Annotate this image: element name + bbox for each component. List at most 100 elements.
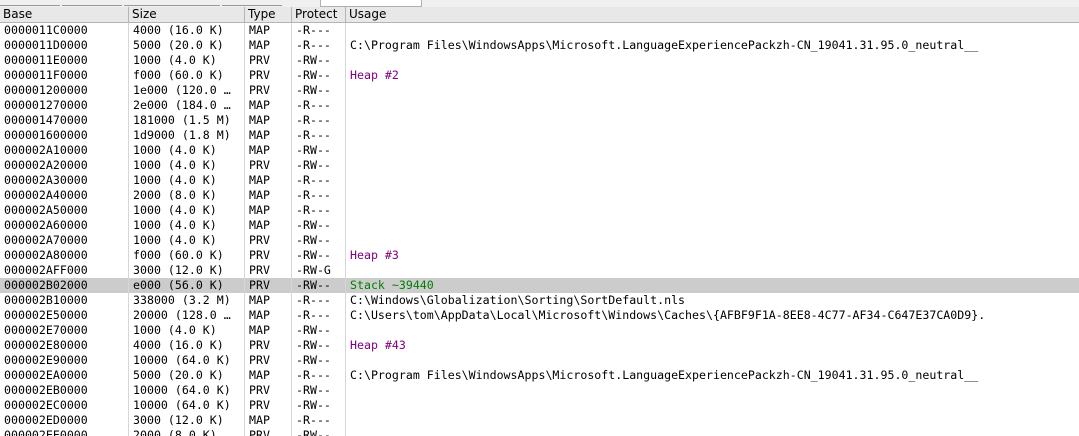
cell-type: PRV (249, 353, 270, 367)
cell-protect: -R--- (296, 113, 331, 127)
cell-protect: -R--- (296, 203, 331, 217)
cell-base: 000002ED0000 (4, 413, 88, 427)
cell-usage (346, 173, 1079, 188)
cell-type: PRV (249, 68, 270, 82)
cell-protect: -R--- (296, 23, 331, 37)
cell-size: 3000 (12.0 K) (133, 263, 224, 277)
cell-protect: -RW-- (296, 68, 331, 82)
cell-protect: -RW-- (296, 428, 331, 436)
cell-type: PRV (249, 158, 270, 172)
table-row[interactable]: 000002EA0000 5000 (20.0 K) MAP -R--- C:\Prog… (0, 368, 1079, 383)
table-row[interactable]: 000001200000 1e000 (120.0 … PRV -RW-- (0, 83, 1079, 98)
table-row[interactable]: 000002A80000 f000 (60.0 K) PRV -RW-- Heap #3 (0, 248, 1079, 263)
cell-size: 1000 (4.0 K) (133, 143, 217, 157)
table-row[interactable]: 000001600000 1d9000 (1.8 M) MAP -R--- (0, 128, 1079, 143)
table-row[interactable]: 000002A10000 1000 (4.0 K) MAP -RW-- (0, 143, 1079, 158)
table-row[interactable]: 000002A50000 1000 (4.0 K) MAP -R--- (0, 203, 1079, 218)
cell-type: MAP (249, 203, 270, 217)
cell-size: 1000 (4.0 K) (133, 323, 217, 337)
cell-size: 2000 (8.0 K) (133, 188, 217, 202)
tab-3[interactable] (124, 0, 220, 6)
cell-protect: -R--- (296, 368, 331, 382)
cell-size: 20000 (128.0 … (133, 308, 231, 322)
cell-type: PRV (249, 338, 270, 352)
table-row[interactable]: 000002E70000 1000 (4.0 K) MAP -RW-- (0, 323, 1079, 338)
cell-size: 2000 (8.0 K) (133, 428, 217, 436)
column-header-size[interactable]: Size (129, 7, 245, 22)
table-row[interactable]: 000002EB0000 10000 (64.0 K) PRV -RW-- (0, 383, 1079, 398)
cell-base: 0000011D0000 (4, 38, 88, 52)
cell-usage: Heap #43 (350, 338, 406, 352)
cell-size: e000 (56.0 K) (133, 278, 224, 292)
cell-type: MAP (249, 188, 270, 202)
cell-base: 000001470000 (4, 113, 88, 127)
cell-protect: -R--- (296, 98, 331, 112)
cell-usage (346, 428, 1079, 436)
table-row[interactable]: 0000011C0000 4000 (16.0 K) MAP -R--- (0, 23, 1079, 38)
cell-base: 000001200000 (4, 83, 88, 97)
cell-base: 000002EB0000 (4, 383, 88, 397)
table-row[interactable]: 000001270000 2e000 (184.0 … MAP -R--- (0, 98, 1079, 113)
table-row[interactable]: 000002E90000 10000 (64.0 K) PRV -RW-- (0, 353, 1079, 368)
cell-type: MAP (249, 98, 270, 112)
cell-usage: C:\Program Files\WindowsApps\Microsoft.L… (350, 38, 979, 52)
cell-size: 4000 (16.0 K) (133, 23, 224, 37)
column-header-protect[interactable]: Protect (292, 7, 346, 22)
table-row[interactable]: 000002AFF000 3000 (12.0 K) PRV -RW-G (0, 263, 1079, 278)
column-header-base[interactable]: Base (0, 7, 129, 22)
cell-usage (346, 383, 1079, 398)
cell-type: PRV (249, 398, 270, 412)
table-row[interactable]: 000002B10000 338000 (3.2 M) MAP -R--- C:\Win… (0, 293, 1079, 308)
cell-size: 5000 (20.0 K) (133, 368, 224, 382)
cell-usage (346, 128, 1079, 143)
cell-usage (346, 143, 1079, 158)
table-row-selected[interactable]: 000002B02000 e000 (56.0 K) PRV -RW-- Stack ~… (0, 278, 1079, 293)
table-row[interactable]: 000002A70000 1000 (4.0 K) PRV -RW-- (0, 233, 1079, 248)
table-row[interactable]: 000002EC0000 10000 (64.0 K) PRV -RW-- (0, 398, 1079, 413)
tab-memory-map[interactable] (320, 0, 422, 7)
cell-base: 000002E50000 (4, 308, 88, 322)
cell-base: 000001270000 (4, 98, 88, 112)
cell-protect: -RW-- (296, 143, 331, 157)
cell-usage: C:\Windows\Globalization\Sorting\SortDef… (350, 293, 686, 307)
table-row[interactable]: 0000011D0000 5000 (20.0 K) MAP -R--- C:\Prog… (0, 38, 1079, 53)
tab-1[interactable] (0, 0, 60, 6)
table-row[interactable]: 000002A20000 1000 (4.0 K) PRV -RW-- (0, 158, 1079, 173)
cell-base: 000002EC0000 (4, 398, 88, 412)
tab-strip (0, 0, 1079, 7)
table-row[interactable]: 000002A60000 1000 (4.0 K) MAP -RW-- (0, 218, 1079, 233)
table-row[interactable]: 000002EE0000 2000 (8.0 K) PRV -RW-- (0, 428, 1079, 436)
table-row[interactable]: 000002E50000 20000 (128.0 … MAP -R--- C:\Use… (0, 308, 1079, 323)
table-row[interactable]: 000002ED0000 3000 (12.0 K) MAP -R--- (0, 413, 1079, 428)
cell-type: MAP (249, 128, 270, 142)
column-header-type[interactable]: Type (245, 7, 292, 22)
cell-size: 338000 (3.2 M) (133, 293, 231, 307)
tab-2[interactable] (62, 0, 122, 6)
cell-type: MAP (249, 323, 270, 337)
cell-type: MAP (249, 173, 270, 187)
cell-size: 3000 (12.0 K) (133, 413, 224, 427)
table-row[interactable]: 000001470000 181000 (1.5 M) MAP -R--- (0, 113, 1079, 128)
table-row[interactable]: 0000011E0000 1000 (4.0 K) PRV -RW-- (0, 53, 1079, 68)
cell-usage (346, 413, 1079, 428)
cell-base: 000002A50000 (4, 203, 88, 217)
table-row[interactable]: 000002E80000 4000 (16.0 K) PRV -RW-- Heap #4… (0, 338, 1079, 353)
cell-type: MAP (249, 38, 270, 52)
cell-base: 000002A80000 (4, 248, 88, 262)
cell-type: PRV (249, 248, 270, 262)
column-header-usage[interactable]: Usage (346, 7, 1079, 22)
cell-type: MAP (249, 143, 270, 157)
column-divider (345, 23, 346, 436)
cell-base: 0000011F0000 (4, 68, 88, 82)
cell-size: 1e000 (120.0 … (133, 83, 231, 97)
cell-base: 000001600000 (4, 128, 88, 142)
table-row[interactable]: 000002A30000 1000 (4.0 K) MAP -R--- (0, 173, 1079, 188)
table-row[interactable]: 000002A40000 2000 (8.0 K) MAP -R--- (0, 188, 1079, 203)
cell-usage (346, 323, 1079, 338)
table-row[interactable]: 0000011F0000 f000 (60.0 K) PRV -RW-- Heap #2 (0, 68, 1079, 83)
cell-protect: -R--- (296, 308, 331, 322)
cell-usage (346, 218, 1079, 233)
tab-4[interactable] (222, 0, 282, 6)
cell-protect: -R--- (296, 38, 331, 52)
cell-size: 10000 (64.0 K) (133, 353, 231, 367)
